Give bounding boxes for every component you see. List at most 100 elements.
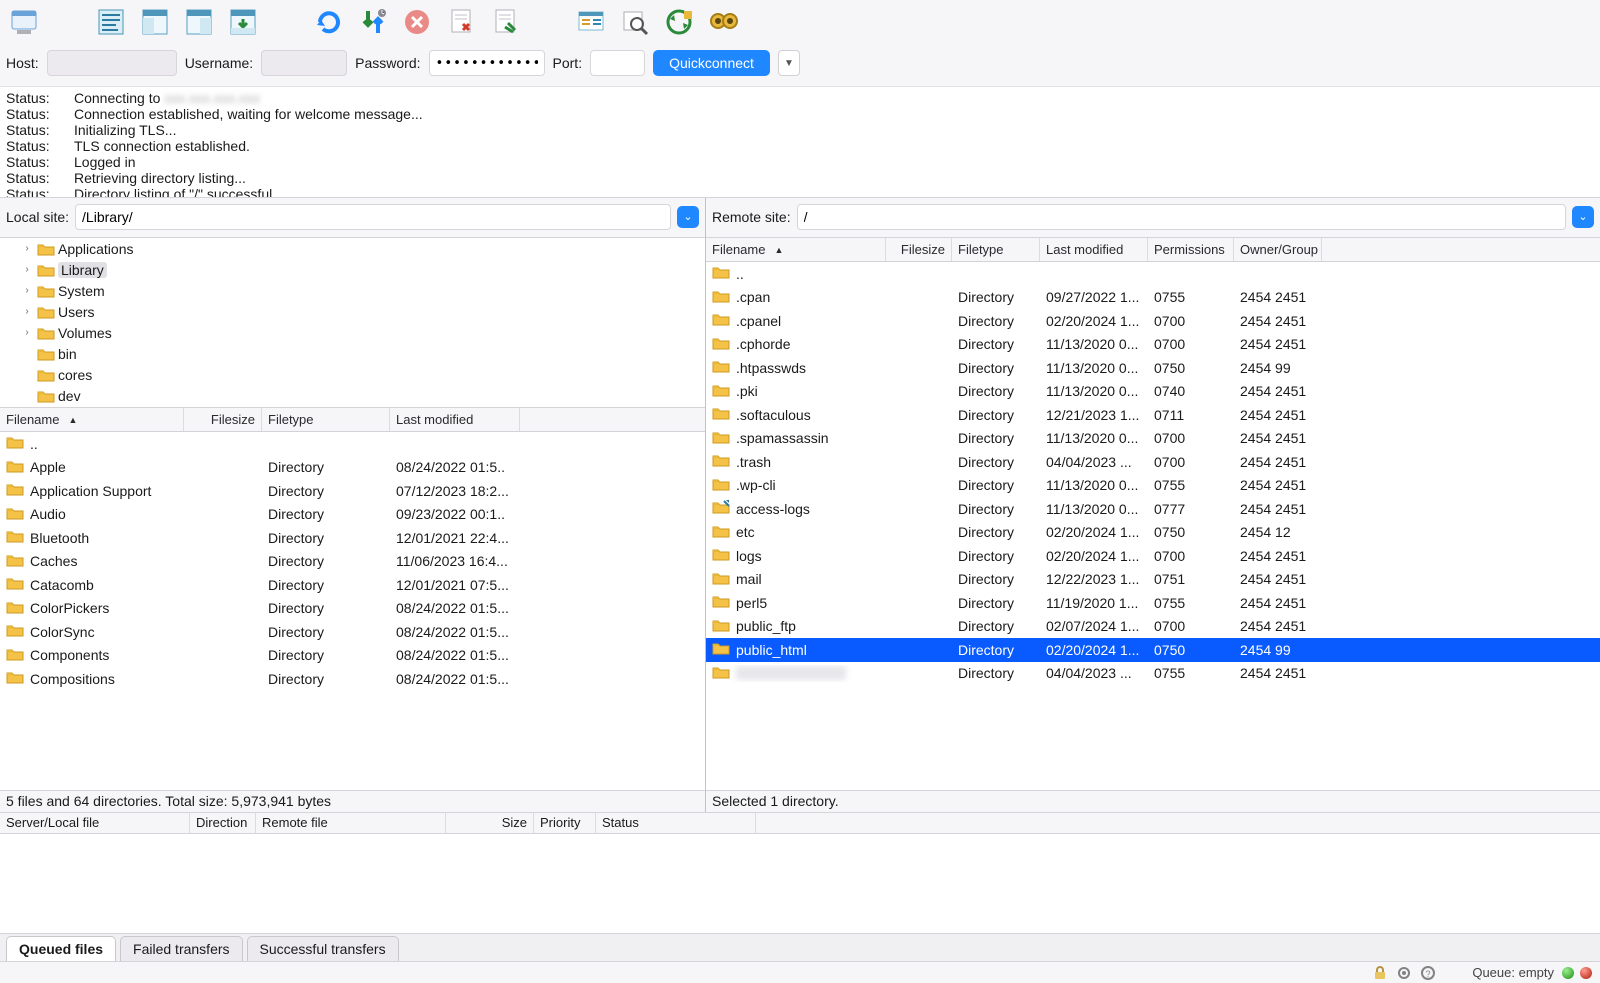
local-col-modified[interactable]: Last modified xyxy=(390,408,520,431)
local-path-dropdown[interactable]: ⌄ xyxy=(677,206,699,228)
list-item[interactable]: access-logsDirectory11/13/2020 0...07772… xyxy=(706,497,1600,521)
gear-icon[interactable] xyxy=(1396,965,1412,981)
folder-icon xyxy=(6,670,24,687)
list-item[interactable]: etcDirectory02/20/2024 1...07502454 12 xyxy=(706,521,1600,545)
list-item[interactable]: .trashDirectory04/04/2023 ...07002454 24… xyxy=(706,450,1600,474)
local-columns-header[interactable]: Filename Filesize Filetype Last modified xyxy=(0,408,705,432)
remote-col-filetype[interactable]: Filetype xyxy=(952,238,1040,261)
lock-icon[interactable] xyxy=(1372,965,1388,981)
password-input[interactable] xyxy=(429,50,545,76)
list-item[interactable]: .spamassassinDirectory11/13/2020 0...070… xyxy=(706,427,1600,451)
queue-col-priority[interactable]: Priority xyxy=(534,813,596,833)
compare-icon[interactable] xyxy=(704,3,742,41)
tree-item[interactable]: › System xyxy=(0,280,705,301)
toggle-queue-icon[interactable] xyxy=(224,3,262,41)
list-item[interactable]: BluetoothDirectory12/01/2021 22:4... xyxy=(0,526,705,550)
transfer-queue-header[interactable]: Server/Local file Direction Remote file … xyxy=(0,812,1600,834)
folder-icon xyxy=(712,618,730,635)
log-row: Status:Retrieving directory listing... xyxy=(6,170,1594,186)
list-item[interactable]: AudioDirectory09/23/2022 00:1.. xyxy=(0,503,705,527)
list-item[interactable]: .cpanDirectory09/27/2022 1...07552454 24… xyxy=(706,286,1600,310)
filter-icon[interactable] xyxy=(572,3,610,41)
log-row: Status:TLS connection established. xyxy=(6,138,1594,154)
sync-browsing-icon[interactable] xyxy=(660,3,698,41)
local-col-filetype[interactable]: Filetype xyxy=(262,408,390,431)
list-item[interactable]: .. xyxy=(706,262,1600,286)
quickconnect-history-dropdown[interactable]: ▼ xyxy=(778,50,800,76)
queue-col-serverlocal[interactable]: Server/Local file xyxy=(0,813,190,833)
search-icon[interactable] xyxy=(616,3,654,41)
reconnect-icon[interactable] xyxy=(486,3,524,41)
list-item[interactable]: public_htmlDirectory02/20/2024 1...07502… xyxy=(706,638,1600,662)
remote-col-filename[interactable]: Filename xyxy=(706,238,886,261)
list-item[interactable]: .wp-cliDirectory11/13/2020 0...07552454 … xyxy=(706,474,1600,498)
list-item[interactable]: ColorSyncDirectory08/24/2022 01:5... xyxy=(0,620,705,644)
queue-col-remotefile[interactable]: Remote file xyxy=(256,813,446,833)
cancel-icon[interactable] xyxy=(398,3,436,41)
toggle-local-tree-icon[interactable] xyxy=(136,3,174,41)
list-item[interactable]: Application SupportDirectory07/12/2023 1… xyxy=(0,479,705,503)
local-file-list[interactable]: .. AppleDirectory08/24/2022 01:5.. Appli… xyxy=(0,432,705,790)
remote-path-dropdown[interactable]: ⌄ xyxy=(1572,206,1594,228)
list-item[interactable]: .pkiDirectory11/13/2020 0...07402454 245… xyxy=(706,380,1600,404)
process-queue-icon[interactable] xyxy=(354,3,392,41)
list-item[interactable]: ColorPickersDirectory08/24/2022 01:5... xyxy=(0,597,705,621)
local-tree[interactable]: › Applications› Library› System› Users› … xyxy=(0,238,705,408)
transfer-queue-body[interactable] xyxy=(0,834,1600,933)
remote-path-input[interactable] xyxy=(797,204,1566,230)
list-item[interactable]: .cphordeDirectory11/13/2020 0...07002454… xyxy=(706,333,1600,357)
list-item[interactable]: .cpanelDirectory02/20/2024 1...07002454 … xyxy=(706,309,1600,333)
queue-col-direction[interactable]: Direction xyxy=(190,813,256,833)
tab-failed-transfers[interactable]: Failed transfers xyxy=(120,936,242,961)
remote-col-owner[interactable]: Owner/Group xyxy=(1234,238,1322,261)
list-item[interactable]: logsDirectory02/20/2024 1...07002454 245… xyxy=(706,544,1600,568)
list-item[interactable]: AppleDirectory08/24/2022 01:5.. xyxy=(0,456,705,480)
list-item[interactable]: public_ftpDirectory02/07/2024 1...070024… xyxy=(706,615,1600,639)
local-col-filename[interactable]: Filename xyxy=(0,408,184,431)
toggle-log-icon[interactable] xyxy=(92,3,130,41)
remote-col-filesize[interactable]: Filesize xyxy=(886,238,952,261)
tree-item[interactable]: bin xyxy=(0,343,705,364)
port-input[interactable] xyxy=(590,50,645,76)
toggle-remote-tree-icon[interactable] xyxy=(180,3,218,41)
list-item[interactable]: perl5Directory11/19/2020 1...07552454 24… xyxy=(706,591,1600,615)
local-col-filesize[interactable]: Filesize xyxy=(184,408,262,431)
tab-queued-files[interactable]: Queued files xyxy=(6,936,116,961)
quickconnect-button[interactable]: Quickconnect xyxy=(653,50,770,76)
tree-item[interactable]: › Users xyxy=(0,301,705,322)
list-item[interactable]: CachesDirectory11/06/2023 16:4... xyxy=(0,550,705,574)
remote-columns-header[interactable]: Filename Filesize Filetype Last modified… xyxy=(706,238,1600,262)
queue-status-label: Queue: empty xyxy=(1472,965,1554,980)
refresh-icon[interactable] xyxy=(310,3,348,41)
tree-item[interactable]: cores xyxy=(0,364,705,385)
tree-item[interactable]: dev xyxy=(0,385,705,406)
list-item[interactable]: Directory04/04/2023 ...07552454 2451 xyxy=(706,662,1600,686)
queue-col-status[interactable]: Status xyxy=(596,813,756,833)
tree-item[interactable]: › Volumes xyxy=(0,322,705,343)
list-item[interactable]: CatacombDirectory12/01/2021 07:5... xyxy=(0,573,705,597)
tree-item[interactable]: › Library xyxy=(0,259,705,280)
folder-icon xyxy=(712,406,730,423)
site-manager-icon[interactable] xyxy=(6,3,44,41)
tree-item-label: Applications xyxy=(58,241,134,257)
queue-col-size[interactable]: Size xyxy=(446,813,534,833)
list-item[interactable]: .. xyxy=(0,432,705,456)
remote-col-modified[interactable]: Last modified xyxy=(1040,238,1148,261)
folder-icon xyxy=(712,359,730,376)
help-icon[interactable]: ? xyxy=(1420,965,1436,981)
list-item[interactable]: .htpasswdsDirectory11/13/2020 0...075024… xyxy=(706,356,1600,380)
list-item[interactable]: mailDirectory12/22/2023 1...07512454 245… xyxy=(706,568,1600,592)
tree-item[interactable]: › Applications xyxy=(0,238,705,259)
list-item[interactable]: CompositionsDirectory08/24/2022 01:5... xyxy=(0,667,705,691)
remote-col-permissions[interactable]: Permissions xyxy=(1148,238,1234,261)
local-path-input[interactable] xyxy=(75,204,671,230)
username-label: Username: xyxy=(185,55,253,71)
list-item[interactable]: .softaculousDirectory12/21/2023 1...0711… xyxy=(706,403,1600,427)
host-input[interactable] xyxy=(47,50,177,76)
disconnect-icon[interactable] xyxy=(442,3,480,41)
tab-successful-transfers[interactable]: Successful transfers xyxy=(247,936,399,961)
username-input[interactable] xyxy=(261,50,347,76)
list-item[interactable]: ComponentsDirectory08/24/2022 01:5... xyxy=(0,644,705,668)
folder-icon xyxy=(6,623,24,640)
remote-file-list[interactable]: .. .cpanDirectory09/27/2022 1...07552454… xyxy=(706,262,1600,790)
